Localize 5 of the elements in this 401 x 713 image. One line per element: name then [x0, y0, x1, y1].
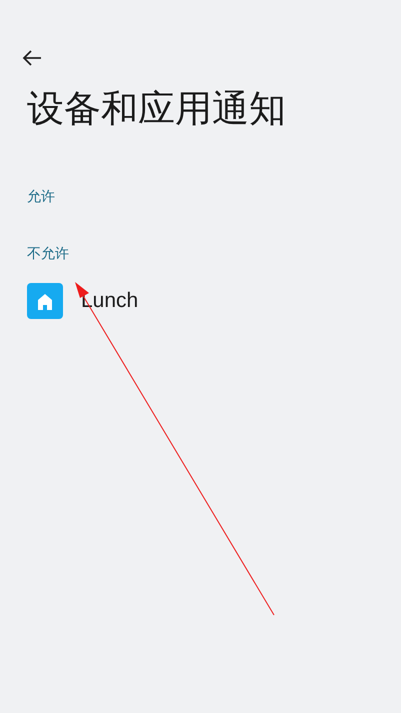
section-header: 不允许: [27, 245, 70, 264]
back-arrow-icon: [22, 50, 42, 66]
page-title: 设备和应用通知: [27, 86, 286, 132]
section-header: 允许: [27, 188, 56, 207]
house-app-icon: [27, 283, 63, 319]
